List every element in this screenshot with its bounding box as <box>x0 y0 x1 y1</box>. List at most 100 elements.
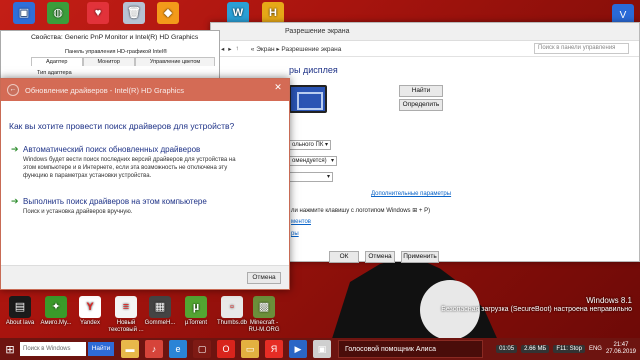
desktop-item-icon: ▤ <box>9 296 31 318</box>
taskbar-device-manager-icon[interactable]: ▣ <box>313 340 331 358</box>
tab-adapter[interactable]: Адаптер <box>31 57 83 66</box>
monitor-icon[interactable] <box>289 85 327 113</box>
taskbar-explorer-icon[interactable]: ▭ <box>241 340 259 358</box>
page-heading: ры дисплея <box>289 65 338 75</box>
driver-update-dialog: ← Обновление драйверов - Intel(R) HD Gra… <box>0 78 290 290</box>
ok-button[interactable]: ОК <box>329 251 359 263</box>
resolution-combo[interactable]: омендуется) <box>289 156 337 166</box>
properties-tabs: Адаптер Монитор Управление цветом <box>1 57 219 66</box>
adapter-type-label: Тип адаптера <box>37 70 72 76</box>
taskbar-media-icon[interactable]: ▶ <box>289 340 307 358</box>
link-items[interactable]: ментов <box>291 219 311 225</box>
desktop-icon-app-icon-3[interactable]: ♥ <box>80 2 116 26</box>
clock[interactable]: 21:47 27.06.2019 <box>606 342 636 356</box>
display-combo[interactable]: ольного ПК <box>289 140 331 150</box>
win-p-text: ли нажмите клавишу с логотипом Windows <box>291 208 411 214</box>
back-icon[interactable]: ← <box>7 84 19 96</box>
desktop-item-icon: Y <box>79 296 101 318</box>
desktop-item-icon: ≡ <box>115 296 137 318</box>
apply-button[interactable]: Применить <box>401 251 439 263</box>
dialog-title: Обновление драйверов - Intel(R) HD Graph… <box>25 85 184 95</box>
identify-button[interactable]: Определить <box>399 99 443 111</box>
desktop-icon-recycle-bin[interactable]: 🗑 <box>116 2 152 26</box>
arrow-right-icon: ➔ <box>11 144 19 154</box>
desktop-icon[interactable]: µ µTorrent <box>178 296 214 327</box>
alice-assistant[interactable]: Голосовой помощник Алиса <box>338 340 483 358</box>
top-right-glyph: V <box>619 9 627 21</box>
windows-logo-icon: ⊞ <box>412 208 418 214</box>
start-button[interactable]: ⊞ <box>0 338 20 360</box>
tray-pill-1: 01:05 <box>496 345 518 353</box>
win-p-hint: ли нажмите клавишу с логотипом Windows ⊞… <box>291 207 430 214</box>
breadcrumb[interactable]: « Экран ▸ Разрешение экрана <box>251 45 342 53</box>
desktop-item-icon: ✦ <box>45 296 67 318</box>
app-icon-5-icon: ◆ <box>157 2 179 24</box>
taskbar-search-input[interactable]: Поиск в Windows <box>20 342 86 356</box>
close-icon[interactable]: ✕ <box>269 79 287 95</box>
intel-panel-tab[interactable]: Панель управления HD-графикой Intel® <box>1 49 219 55</box>
desktop-icon-label: Thumbs.db <box>216 320 247 326</box>
system-tray: 01:05 2.66 МБ F11: Stop ENG 21:47 27.06.… <box>496 342 640 356</box>
app-icon-6-icon: W <box>227 2 249 24</box>
desktop-icon[interactable]: ≡ Новый текстовый ... <box>108 296 144 334</box>
taskbar-yandex-icon[interactable]: Я <box>265 340 283 358</box>
taskbar-folder-icon[interactable]: ▬ <box>121 340 139 358</box>
win-p-suffix: + P) <box>418 208 431 214</box>
desktop-icon-label: Minecraft - RU-M.ORG <box>248 320 280 333</box>
desktop-icon-label: Амиго.Му... <box>40 320 72 326</box>
desktop-icon-label: Новый текстовый ... <box>108 320 144 333</box>
window-title: Разрешение экрана <box>285 28 350 35</box>
dialog-question: Как вы хотите провести поиск драйверов д… <box>9 121 235 131</box>
option-auto-title[interactable]: Автоматический поиск обновленных драйвер… <box>23 145 248 154</box>
desktop-icon-app-icon-5[interactable]: ◆ <box>150 2 186 26</box>
desktop-icon-app-icon-2[interactable]: ◍ <box>40 2 76 26</box>
back-icon[interactable]: ◂ <box>221 45 224 53</box>
watermark-text: Windows 8.1 Безопасная загрузка (SecureB… <box>441 296 632 314</box>
option-auto-search[interactable]: ➔ Автоматический поиск обновленных драйв… <box>11 145 248 180</box>
desktop-icon[interactable]: ▫ Thumbs.db <box>214 296 250 327</box>
dialog-titlebar: ← Обновление драйверов - Intel(R) HD Gra… <box>1 79 289 101</box>
taskbar-pinned-4-icon[interactable]: ▢ <box>193 340 211 358</box>
taskbar: ⊞ Поиск в Windows Найти ▬ ♪ e ▢ O ▭ Я ▶ ▣ Голосо… <box>0 338 640 360</box>
forward-icon[interactable]: ▸ <box>228 45 231 53</box>
desktop: ▣ ◍ ♥ 🗑 ◆ W H V ▤ About lava ✦ Амиго.Му... Y Yandex… <box>0 0 640 338</box>
os-name: Windows 8.1 <box>586 296 632 305</box>
link-params[interactable]: ры <box>291 231 299 237</box>
taskbar-find-button[interactable]: Найти <box>88 342 114 356</box>
desktop-icon-label: µTorrent <box>184 320 208 326</box>
find-button[interactable]: Найти <box>399 85 443 97</box>
option-manual-desc: Поиск и установка драйверов вручную. <box>23 209 133 215</box>
dialog-cancel-button[interactable]: Отмена <box>247 272 281 284</box>
taskbar-music-icon[interactable]: ♪ <box>145 340 163 358</box>
secure-boot-text: Безопасная загрузка (SecureBoot) настрое… <box>441 306 632 313</box>
desktop-icon[interactable]: ▩ Minecraft - RU-M.ORG <box>246 296 282 334</box>
desktop-icon-label: Yandex <box>80 320 100 326</box>
tab-color[interactable]: Управление цветом <box>134 57 216 66</box>
up-icon[interactable]: ↑ <box>236 45 239 52</box>
option-manual-search[interactable]: ➔ Выполнить поиск драйверов на этом комп… <box>11 197 248 216</box>
orientation-combo[interactable] <box>289 172 333 182</box>
cancel-button[interactable]: Отмена <box>365 251 395 263</box>
option-auto-desc: Windows будет вести поиск последних верс… <box>23 157 236 179</box>
taskbar-opera-icon[interactable]: O <box>217 340 235 358</box>
tray-pill-2: 2.66 МБ <box>521 345 550 353</box>
window-titlebar: Разрешение экрана <box>211 23 639 41</box>
taskbar-ie-icon[interactable]: e <box>169 340 187 358</box>
arrow-right-icon: ➔ <box>11 196 19 206</box>
option-manual-title[interactable]: Выполнить поиск драйверов на этом компью… <box>23 197 248 206</box>
dialog-footer: Отмена <box>1 265 289 289</box>
desktop-icon-label: GommeH... <box>144 320 176 326</box>
desktop-item-icon: ▦ <box>149 296 171 318</box>
search-input[interactable]: Поиск в панели управления <box>534 43 629 54</box>
desktop-icon[interactable]: ▦ GommeH... <box>142 296 178 327</box>
desktop-icon-label: About lava <box>5 320 35 326</box>
pinned-apps: ▬ ♪ e ▢ O ▭ Я ▶ ▣ <box>118 340 334 358</box>
desktop-icon-app-icon-1[interactable]: ▣ <box>6 2 42 26</box>
tab-monitor[interactable]: Монитор <box>82 57 135 66</box>
tray-pill-3: F11: Stop <box>553 345 585 353</box>
desktop-icon[interactable]: ▤ About lava <box>2 296 38 327</box>
desktop-icon[interactable]: Y Yandex <box>72 296 108 327</box>
language-indicator[interactable]: ENG <box>589 346 602 352</box>
desktop-icon[interactable]: ✦ Амиго.Му... <box>38 296 74 327</box>
advanced-settings-link[interactable]: Дополнительные параметры <box>371 191 451 197</box>
